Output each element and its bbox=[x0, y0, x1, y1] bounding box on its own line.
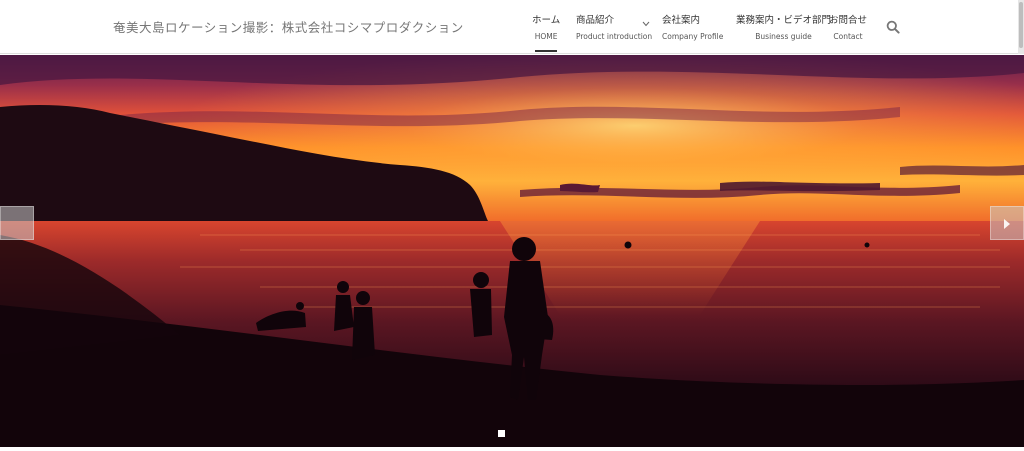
nav-label-en: Business guide bbox=[755, 32, 812, 41]
nav-label-jp: ホーム bbox=[532, 15, 561, 26]
nav-item-business[interactable]: 業務案内・ビデオ部門 Business guide bbox=[736, 12, 831, 41]
nav-label-en: Company Profile bbox=[662, 32, 724, 41]
chevron-right-icon bbox=[1004, 219, 1010, 229]
nav-label-jp: 会社案内 bbox=[662, 15, 701, 26]
scrollbar-thumb[interactable] bbox=[1019, 2, 1023, 48]
search-icon[interactable] bbox=[886, 20, 900, 34]
slider-prev-button[interactable] bbox=[0, 206, 34, 240]
nav-active-indicator bbox=[535, 50, 557, 52]
nav-item-products[interactable]: 商品紹介 Product introduction bbox=[576, 12, 652, 41]
nav-label-en: Product introduction bbox=[576, 32, 653, 41]
nav-item-company[interactable]: 会社案内 Company Profile bbox=[662, 12, 723, 41]
slide-indicator-dot-active[interactable] bbox=[498, 430, 505, 437]
slider-next-button[interactable] bbox=[990, 206, 1024, 240]
nav-label-jp: 業務案内・ビデオ部門 bbox=[736, 15, 832, 26]
site-header: 奄美大島ロケーション撮影：株式会社コシマプロダクション ホーム HOME 商品紹… bbox=[0, 0, 1024, 54]
hero-slider bbox=[0, 55, 1024, 447]
chevron-down-icon[interactable] bbox=[642, 21, 650, 27]
nav-label-jp: 商品紹介 bbox=[576, 15, 615, 26]
nav-item-contact[interactable]: お問合せ Contact bbox=[829, 12, 867, 41]
nav-label-jp: お問合せ bbox=[829, 15, 868, 26]
nav-label-en: Contact bbox=[833, 32, 863, 41]
site-title[interactable]: 奄美大島ロケーション撮影：株式会社コシマプロダクション bbox=[113, 17, 464, 36]
nav-item-home[interactable]: ホーム HOME bbox=[532, 12, 560, 41]
nav-label-en: HOME bbox=[534, 32, 558, 41]
hero-image-sunset-beach bbox=[0, 55, 1024, 447]
